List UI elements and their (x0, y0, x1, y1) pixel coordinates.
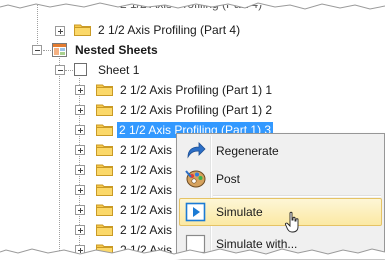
menu-item-simulate-with[interactable]: Simulate with... (179, 230, 382, 258)
sheet-icon (74, 63, 87, 76)
simulate-play-icon (185, 202, 206, 222)
expand-toggle[interactable] (75, 105, 85, 115)
folder-icon (96, 244, 113, 256)
expand-toggle[interactable] (75, 185, 85, 195)
menu-item-label: Regenerate (216, 144, 279, 158)
tree-item-child[interactable]: 2 1/2 Axis P (0, 160, 176, 180)
tree-item-label: 2 1/2 Axis P (120, 203, 176, 217)
tree-item-child[interactable]: 2 1/2 Axis Profiling (Part 1) 1 (0, 80, 280, 100)
expand-toggle[interactable] (75, 165, 85, 175)
tree-item-label: 2 1/2 Axis P (120, 223, 176, 237)
folder-icon (96, 204, 113, 216)
tree-item-child[interactable]: 2 1/2 Axis Profiling (Part 1) 2 (0, 100, 280, 120)
folder-icon (96, 164, 113, 176)
expand-toggle[interactable] (75, 145, 85, 155)
tree-line (43, 50, 51, 51)
tree-item-label: 2 1/2 Axis P (120, 163, 176, 177)
menu-item-label: Simulate (216, 205, 263, 219)
post-processor-icon (185, 170, 206, 188)
menu-item-simulate[interactable]: Simulate (179, 198, 382, 226)
tree-item-child[interactable]: 2 1/2 Axis P (0, 180, 176, 200)
tree-item-part4[interactable]: 2 1/2 Axis Profiling (Part 4) (0, 20, 260, 40)
tree-item-label: 2 1/2 Axis Profiling (Part 1) 1 (120, 83, 273, 97)
folder-icon (96, 184, 113, 196)
tree-item-child[interactable]: 2 1/2 Axis P (0, 240, 176, 260)
regenerate-arrow-icon (187, 142, 206, 159)
folder-icon (96, 224, 113, 236)
menu-item-label: Post (216, 172, 241, 186)
expand-toggle[interactable] (75, 125, 85, 135)
tree-item-sheet-1[interactable]: Sheet 1 (0, 60, 260, 80)
folder-icon (96, 84, 113, 96)
menu-item-post[interactable]: Post (179, 165, 382, 193)
tree-item-child[interactable]: 2 1/2 Axis P (0, 200, 176, 220)
tree-item-label: 2 1/2 Axis P (120, 183, 176, 197)
tree-item-child[interactable]: 2 1/2 Axis Pro (0, 140, 176, 160)
tree-item-label: 2 1/2 Axis P (120, 243, 176, 257)
menu-separator (213, 195, 381, 197)
expand-toggle[interactable] (75, 205, 85, 215)
folder-icon (96, 144, 113, 156)
collapse-toggle[interactable] (55, 65, 65, 75)
tree-item-nested-sheets[interactable]: Nested Sheets (0, 40, 260, 60)
menu-item-regenerate[interactable]: Regenerate (179, 137, 382, 165)
menu-item-label: Simulate with... (216, 237, 298, 251)
tree-item-label: 2 1/2 Axis Profiling (Part 4) (120, 0, 263, 11)
tree-row-cut[interactable]: 2 1/2 Axis Profiling (Part 4) (0, 0, 262, 14)
tree-line (65, 70, 73, 71)
tree-item-label: Nested Sheets (75, 43, 158, 57)
expand-toggle[interactable] (75, 245, 85, 255)
expand-toggle[interactable] (75, 85, 85, 95)
folder-icon (74, 24, 91, 36)
tree-item-label: Sheet 1 (98, 63, 140, 77)
expand-toggle[interactable] (55, 26, 65, 36)
simulate-with-icon (185, 234, 206, 254)
tree-item-child[interactable]: 2 1/2 Axis P (0, 220, 176, 240)
tree-item-label: 2 1/2 Axis Pro (120, 143, 176, 157)
nested-sheets-icon (52, 43, 67, 57)
mouse-pointer-icon (284, 211, 299, 233)
folder-icon (96, 124, 113, 136)
context-menu: Regenerate Post Simulate Simulate with..… (176, 133, 385, 259)
collapse-toggle[interactable] (32, 45, 42, 55)
expand-toggle[interactable] (75, 225, 85, 235)
tree-item-label: 2 1/2 Axis Profiling (Part 4) (98, 23, 241, 37)
tree-item-label: 2 1/2 Axis Profiling (Part 1) 2 (120, 103, 273, 117)
folder-icon (96, 104, 113, 116)
